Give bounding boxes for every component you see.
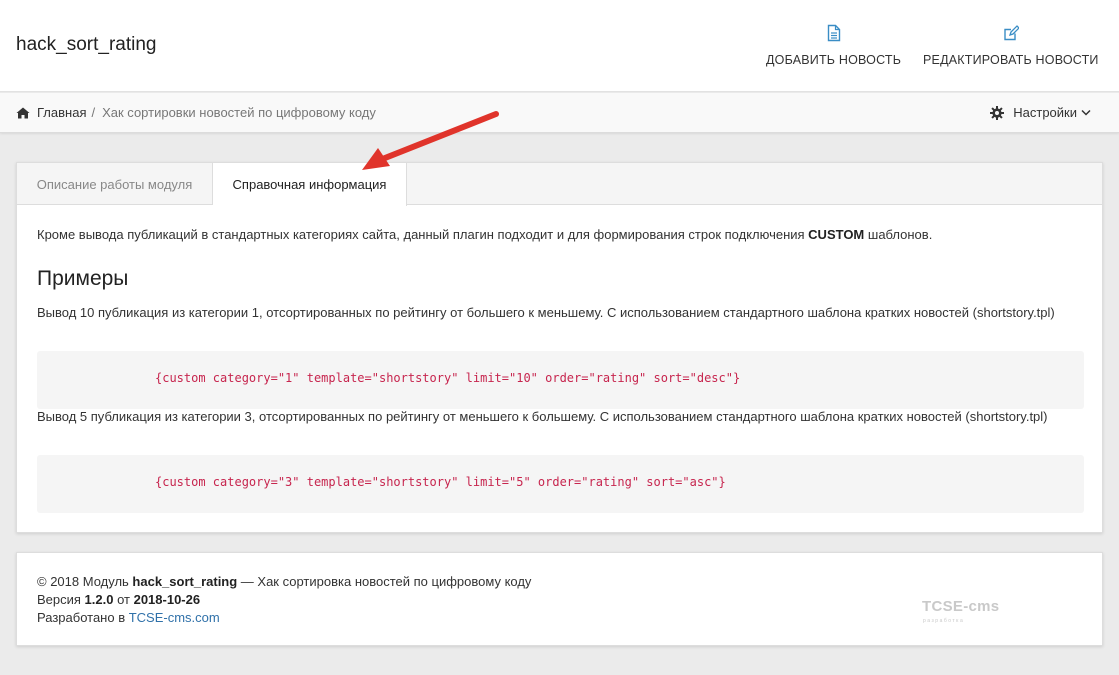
example-1-code-block: {custom category="1" template="shortstor… [37,351,1084,409]
example-2-code-block: {custom category="3" template="shortstor… [37,455,1084,513]
example-2-code: {custom category="3" template="shortstor… [155,475,726,489]
footer-copyright: © 2018 Модуль hack_sort_rating — Хак сор… [37,574,531,589]
top-header: hack_sort_rating ДОБАВИТЬ НОВОСТЬ РЕДАКТ… [0,0,1119,92]
footer-version: Версия 1.2.0 от 2018-10-26 [37,592,200,607]
footer-developer: Разработано в TCSE-cms.com [37,610,220,625]
home-icon [16,107,30,118]
footer: © 2018 Модуль hack_sort_rating — Хак сор… [16,552,1103,646]
tcse-logo-subtext: разработка [923,618,965,624]
footer-module-description: — Хак сортировка новостей по цифровому к… [237,574,532,589]
example-1-description: Вывод 10 публикация из категории 1, отсо… [37,305,1055,320]
tab-bar: Описание работы модуля Справочная информ… [17,163,1102,206]
breadcrumb-current: Хак сортировки новостей по цифровому код… [102,105,376,120]
breadcrumb-bar: Главная / Хак сортировки новостей по циф… [0,93,1119,133]
settings-dropdown[interactable]: Настройки [990,105,1091,120]
intro-text-end: шаблонов. [864,227,933,242]
intro-paragraph: Кроме вывода публикаций в стандартных ка… [37,227,932,242]
annotation-arrow [362,111,499,170]
edit-news-label: РЕДАКТИРОВАТЬ НОВОСТИ [923,53,1099,67]
intro-text-bold: CUSTOM [808,227,865,242]
example-1-code: {custom category="1" template="shortstor… [155,371,741,385]
tcse-logo-text: TCSE-cms [922,598,1000,615]
footer-copyright-prefix: © 2018 Модуль [37,574,133,589]
examples-heading: Примеры [37,267,129,290]
gear-icon [990,105,1005,120]
app-title: hack_sort_rating [16,34,157,55]
footer-version-number: 1.2.0 [84,592,114,607]
breadcrumb-home-link[interactable]: Главная [37,105,86,120]
breadcrumb: Главная / Хак сортировки новостей по циф… [16,105,376,120]
edit-news-button[interactable]: РЕДАКТИРОВАТЬ НОВОСТИ [923,24,1099,69]
footer-developer-prefix: Разработано в [37,610,129,625]
tcse-logo[interactable]: TCSE-cms разработка [922,598,1002,628]
add-news-button[interactable]: ДОБАВИТЬ НОВОСТЬ [766,24,901,69]
file-text-icon [827,24,840,42]
footer-version-date: 2018-10-26 [133,592,201,607]
footer-module-name: hack_sort_rating [132,574,238,589]
intro-text-start: Кроме вывода публикаций в стандартных ка… [37,227,809,242]
tab-module-description[interactable]: Описание работы модуля [17,163,213,205]
footer-version-prefix: Версия [37,592,85,607]
chevron-down-icon [1081,109,1091,116]
footer-developer-link[interactable]: TCSE-cms.com [129,610,220,625]
info-panel: Описание работы модуля Справочная информ… [16,162,1103,533]
example-2-description: Вывод 5 публикация из категории 3, отсор… [37,409,1048,424]
breadcrumb-separator: / [91,105,96,120]
settings-label: Настройки [1013,105,1077,120]
add-news-label: ДОБАВИТЬ НОВОСТЬ [766,53,902,67]
edit-icon [1004,25,1019,41]
footer-version-mid: от [113,592,134,607]
